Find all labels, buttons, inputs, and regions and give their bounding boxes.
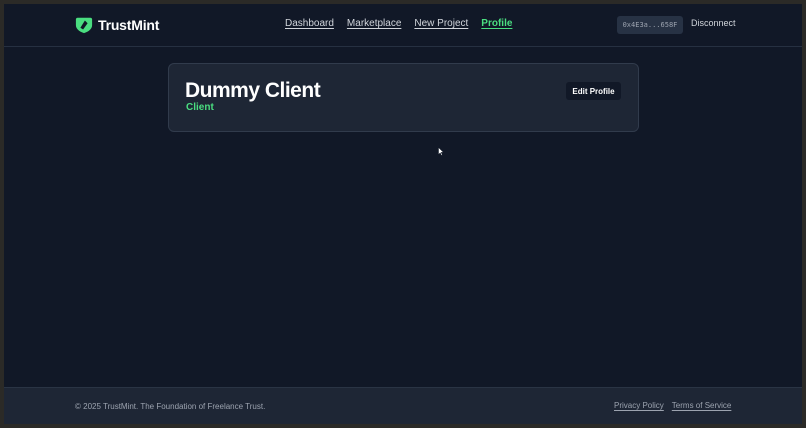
main-nav: Dashboard Marketplace New Project Profil… [285, 18, 512, 29]
profile-name: Dummy Client [185, 79, 321, 102]
brand-logo-link[interactable]: TrustMint [75, 15, 159, 35]
terms-of-service-link[interactable]: Terms of Service [672, 401, 732, 410]
nav-link-profile[interactable]: Profile [481, 18, 512, 29]
app-window: TrustMint Dashboard Marketplace New Proj… [4, 4, 802, 424]
nav-link-new-project[interactable]: New Project [414, 18, 468, 29]
top-nav-bar: TrustMint Dashboard Marketplace New Proj… [4, 4, 802, 47]
profile-card: Dummy Client Client Edit Profile [168, 63, 639, 132]
nav-link-dashboard[interactable]: Dashboard [285, 18, 334, 29]
copyright-text: © 2025 TrustMint. The Foundation of Free… [75, 402, 266, 411]
privacy-policy-link[interactable]: Privacy Policy [614, 401, 664, 410]
footer-links: Privacy Policy Terms of Service [614, 401, 731, 410]
mouse-pointer-icon [438, 147, 444, 156]
page-footer: © 2025 TrustMint. The Foundation of Free… [4, 387, 802, 424]
profile-role-label: Client [186, 102, 214, 113]
brand-name: TrustMint [98, 17, 160, 33]
edit-profile-button[interactable]: Edit Profile [566, 82, 621, 100]
nav-link-marketplace[interactable]: Marketplace [347, 18, 401, 29]
wallet-address-badge: 0x4E3a...658F [617, 16, 683, 34]
disconnect-button[interactable]: Disconnect [691, 18, 736, 28]
trustmint-logo-icon [75, 17, 93, 34]
